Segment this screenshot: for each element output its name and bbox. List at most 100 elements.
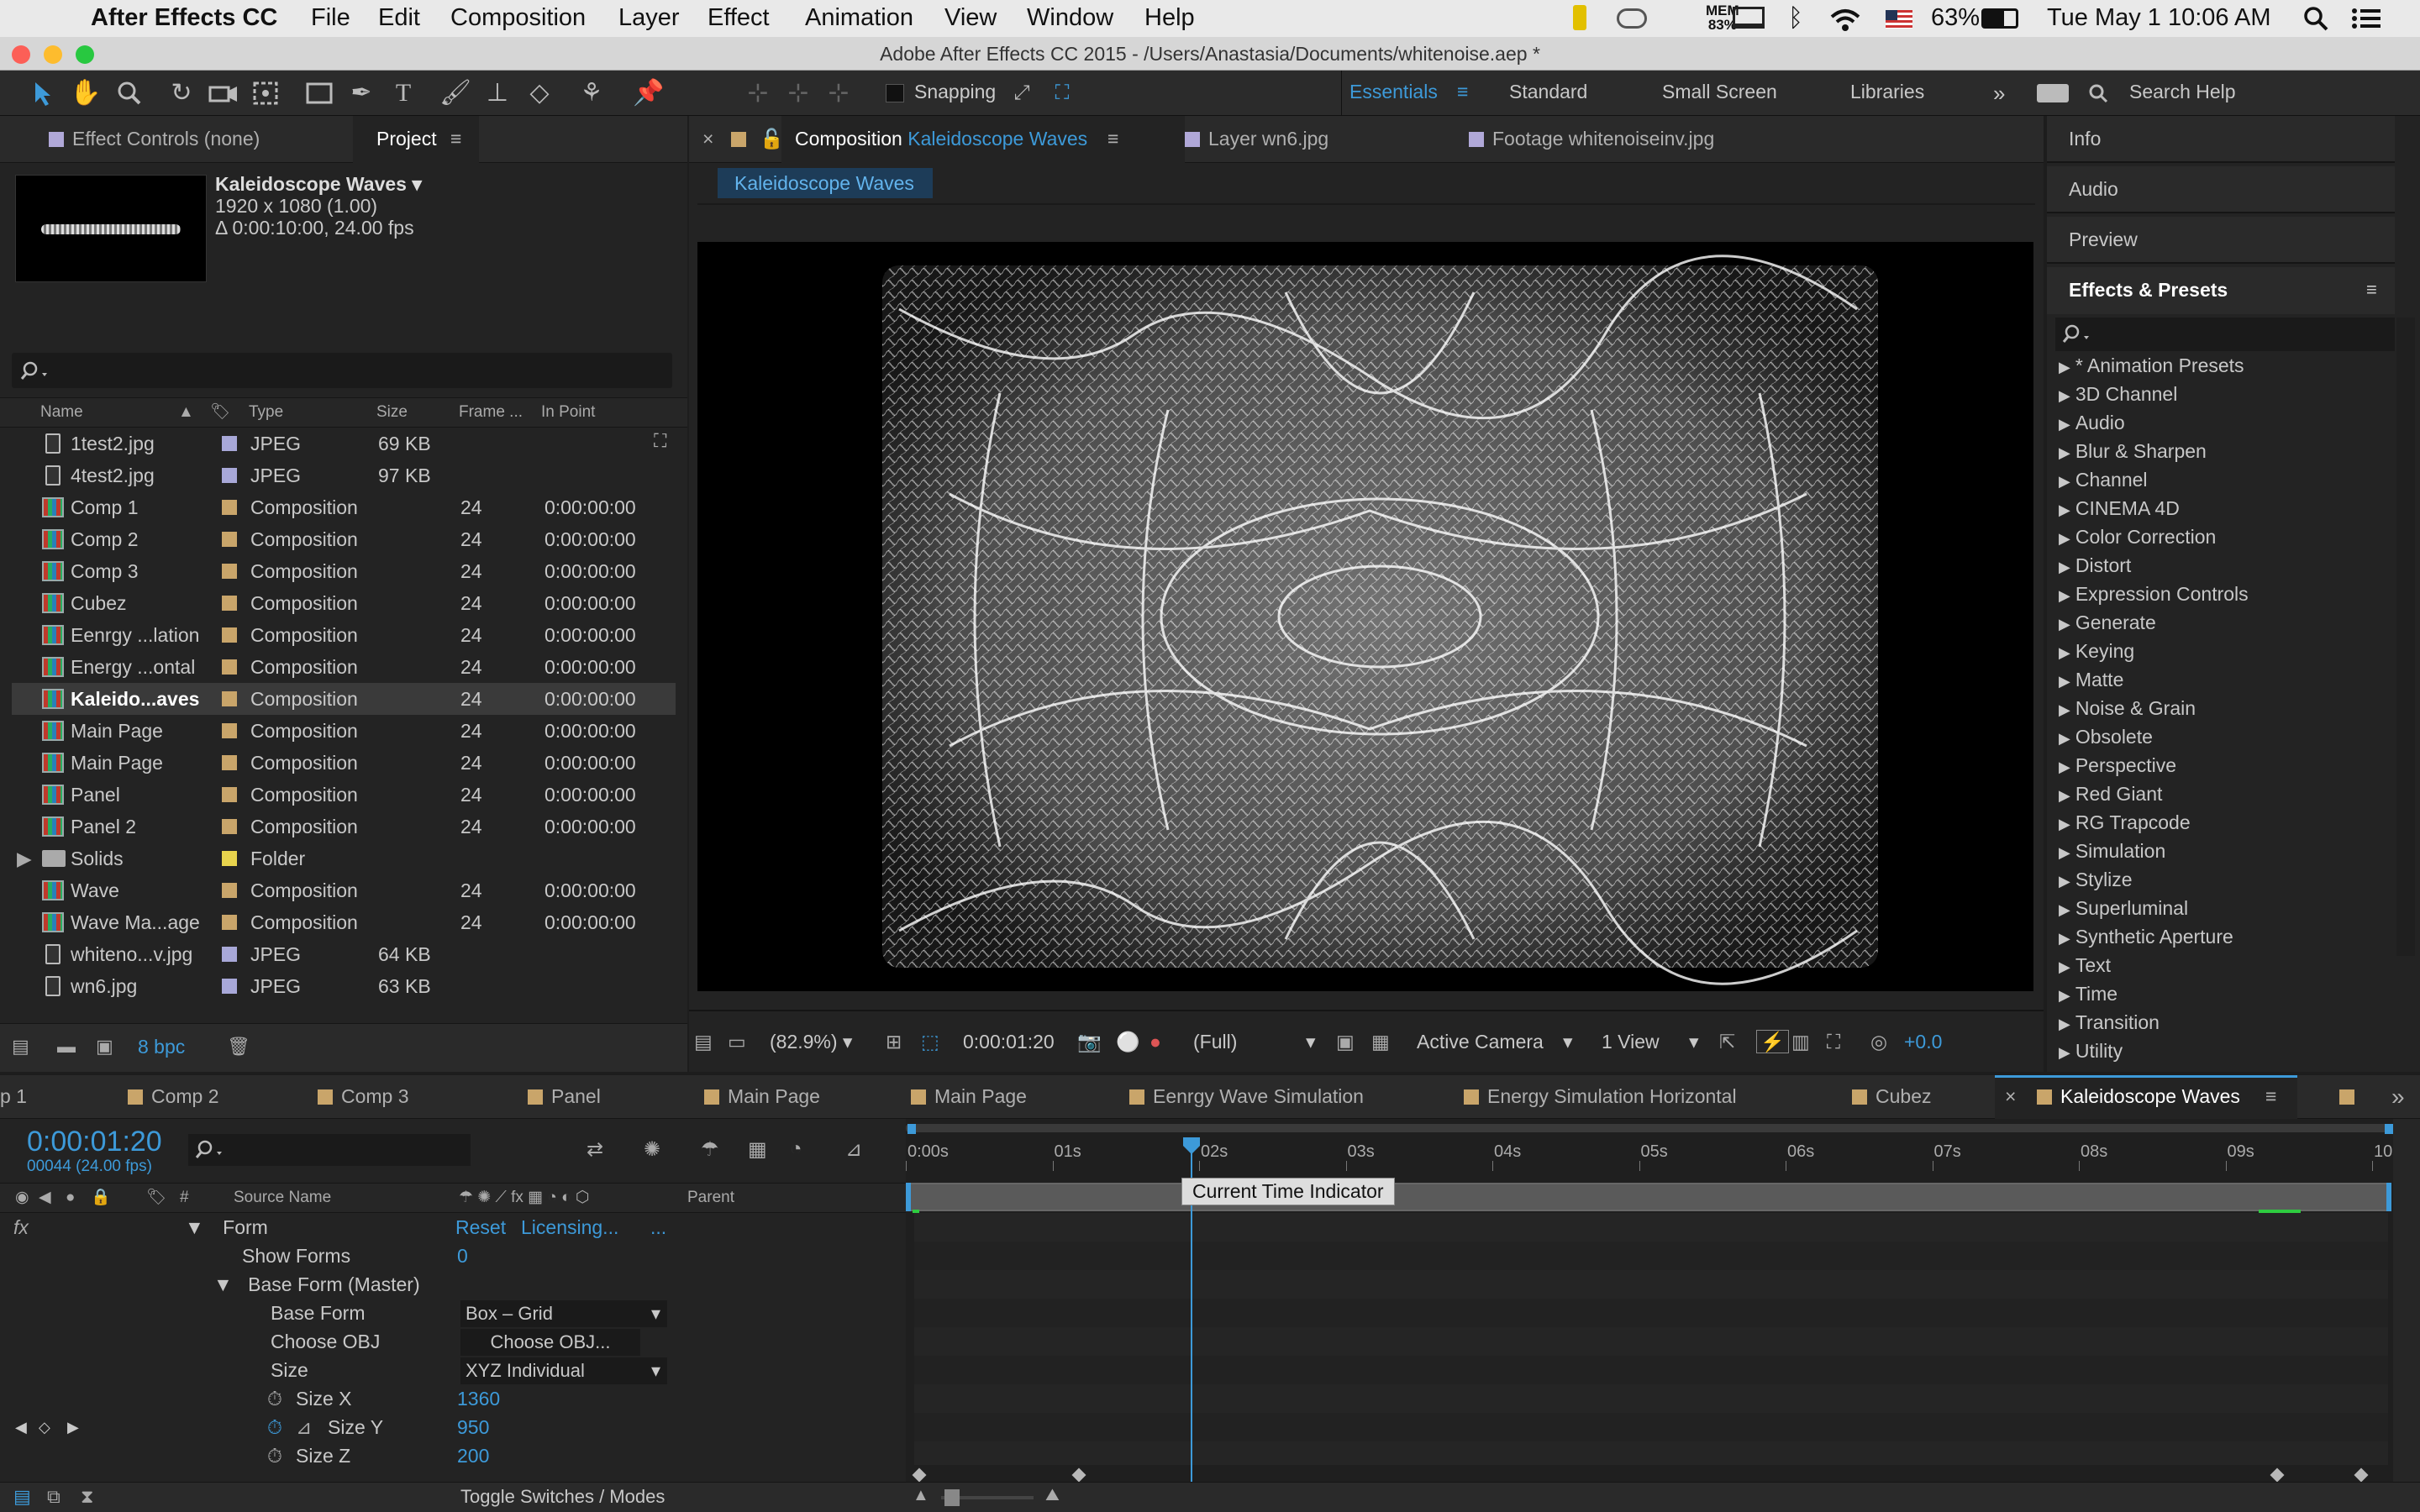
keyframe[interactable]: [912, 1467, 927, 1483]
project-item-row[interactable]: Kaleido...aves Composition 24 0:00:00:00: [12, 683, 676, 715]
menu-edit[interactable]: Edit: [378, 4, 420, 32]
menu-layer[interactable]: Layer: [618, 4, 680, 32]
effects-category-item[interactable]: ▶ Audio: [2059, 412, 2125, 434]
col-source-name[interactable]: Source Name: [234, 1184, 331, 1212]
form-effect-row[interactable]: ▼ Form: [185, 1213, 268, 1242]
project-item-row[interactable]: ▶ Solids Folder: [12, 843, 676, 874]
flag-icon[interactable]: [1886, 10, 1912, 29]
timeline-tab-eenrgy-wave[interactable]: Eenrgy Wave Simulation: [1129, 1085, 1364, 1108]
eraser-tool-icon[interactable]: ◇: [523, 77, 556, 109]
keyframe[interactable]: [1071, 1467, 1086, 1483]
sort-asc-icon[interactable]: ▲: [178, 398, 194, 427]
label-column-icon[interactable]: 🏷: [210, 398, 230, 427]
draft-3d-icon[interactable]: ✺: [644, 1137, 660, 1162]
effects-category-item[interactable]: ▶ Distort: [2059, 554, 2131, 577]
resolution-dropdown-chevron[interactable]: ▾: [1306, 1023, 1316, 1060]
label-color-swatch[interactable]: [222, 883, 237, 898]
spotlight-search-icon[interactable]: [2302, 5, 2329, 32]
transfer-controls-pane-icon[interactable]: ⧉: [47, 1486, 60, 1508]
effects-category-item[interactable]: ▶ 3D Channel: [2059, 383, 2177, 406]
project-item-row[interactable]: 1test2.jpg JPEG 69 KB: [12, 428, 676, 459]
resolution-dropdown[interactable]: (Full): [1193, 1023, 1237, 1060]
workspace-overflow-icon[interactable]: »: [1993, 81, 2005, 107]
zoom-tool-icon[interactable]: [113, 77, 146, 109]
project-bpc-button[interactable]: 8 bpc: [138, 1036, 185, 1058]
workspace-menu-icon[interactable]: ≡: [1457, 81, 1468, 103]
clock[interactable]: Tue May 1 10:06 AM: [2047, 4, 2271, 32]
keyframe[interactable]: [2354, 1467, 2369, 1483]
next-keyframe-icon[interactable]: ▶: [67, 1413, 79, 1441]
label-color-swatch[interactable]: [222, 851, 237, 866]
zoom-in-icon[interactable]: ⛰: [1045, 1486, 1060, 1505]
effects-category-item[interactable]: ▶ Simulation: [2059, 840, 2165, 863]
label-color-swatch[interactable]: [222, 500, 237, 515]
timeline-tab-panel[interactable]: Panel: [528, 1085, 601, 1108]
timeline-tab-comp-2[interactable]: Comp 2: [128, 1085, 219, 1108]
layer-switches-pane-icon[interactable]: ▤: [13, 1486, 31, 1508]
snapshot-icon[interactable]: 📷: [1077, 1023, 1102, 1060]
new-comp-icon[interactable]: ▣: [96, 1036, 113, 1058]
size-x-value[interactable]: 1360: [457, 1384, 500, 1413]
col-frame-rate[interactable]: Frame ...: [459, 398, 523, 427]
pan-behind-tool-icon[interactable]: [249, 77, 282, 109]
motion-blur-icon[interactable]: ◔: [790, 1137, 802, 1161]
layer-duration-bar[interactable]: [909, 1183, 2388, 1211]
layer-out-handle[interactable]: [2386, 1183, 2391, 1211]
timeline-icon[interactable]: ▥: [1791, 1023, 1810, 1060]
effects-category-item[interactable]: ▶ Utility: [2059, 1040, 2123, 1063]
form-options-link[interactable]: ...: [650, 1213, 666, 1242]
effects-category-item[interactable]: ▶ Perspective: [2059, 754, 2176, 777]
timeline-tab-comp-1[interactable]: p 1: [0, 1085, 27, 1108]
project-item-row[interactable]: Panel Composition 24 0:00:00:00: [12, 779, 676, 811]
vpn-icon[interactable]: [1573, 5, 1586, 30]
choose-obj-button[interactable]: Choose OBJ...: [460, 1329, 640, 1356]
base-form-master-group[interactable]: ▼ Base Form (Master): [213, 1270, 420, 1299]
comp-mini-flowchart-icon[interactable]: ⇄: [587, 1137, 603, 1162]
project-item-row[interactable]: Main Page Composition 24 0:00:00:00: [12, 747, 676, 779]
effects-category-item[interactable]: ▶ Time: [2059, 983, 2118, 1005]
safe-zones-icon[interactable]: ⊞: [886, 1023, 902, 1060]
timeline-tab-main-page[interactable]: Main Page: [704, 1085, 820, 1108]
menu-view[interactable]: View: [944, 4, 997, 32]
size-z-value[interactable]: 200: [457, 1441, 489, 1470]
interpret-footage-icon[interactable]: ▤: [12, 1036, 29, 1058]
project-item-row[interactable]: Comp 2 Composition 24 0:00:00:00: [12, 523, 676, 555]
rectangle-tool-icon[interactable]: [302, 77, 336, 109]
effects-category-item[interactable]: ▶ Text: [2059, 954, 2111, 977]
project-item-row[interactable]: wn6.jpg JPEG 63 KB: [12, 970, 676, 1002]
layer-in-handle[interactable]: [906, 1183, 911, 1211]
project-panel-menu-icon[interactable]: ≡: [450, 128, 461, 150]
pen-tool-icon[interactable]: ✒: [345, 77, 378, 109]
timeline-panel-menu-icon[interactable]: ≡: [2265, 1085, 2276, 1108]
col-in-point[interactable]: In Point: [541, 398, 595, 427]
app-menu[interactable]: After Effects CC: [91, 4, 277, 32]
zoom-out-icon[interactable]: ▲: [913, 1486, 929, 1505]
label-color-swatch[interactable]: [222, 532, 237, 547]
camera-tool-icon[interactable]: [207, 77, 240, 109]
size-y-stopwatch-icon[interactable]: ⏱: [267, 1413, 282, 1441]
work-area-bar[interactable]: [906, 1124, 2395, 1132]
label-color-swatch[interactable]: [222, 915, 237, 930]
camera-view-dropdown[interactable]: Active Camera: [1417, 1023, 1544, 1060]
workspace-essentials[interactable]: Essentials: [1349, 81, 1438, 103]
label-color-swatch[interactable]: [222, 564, 237, 579]
effects-category-item[interactable]: ▶ Obsolete: [2059, 726, 2153, 748]
effects-category-item[interactable]: ▶ Matte: [2059, 669, 2123, 691]
effects-search-input[interactable]: [2055, 318, 2395, 351]
region-of-interest-icon[interactable]: ▣: [1336, 1023, 1355, 1060]
effects-category-item[interactable]: ▶ Synthetic Aperture: [2059, 926, 2233, 948]
workspace-small-screen[interactable]: Small Screen: [1662, 81, 1777, 103]
hand-tool-icon[interactable]: ✋: [69, 77, 103, 109]
timeline-search-input[interactable]: [188, 1134, 471, 1166]
brush-tool-icon[interactable]: 🖌: [439, 77, 472, 109]
info-panel-header[interactable]: Info: [2047, 116, 2395, 163]
current-time-indicator-line[interactable]: [1191, 1152, 1192, 1505]
battery-icon[interactable]: [1981, 8, 2018, 29]
roto-brush-tool-icon[interactable]: ⚘: [575, 77, 608, 109]
time-ruler[interactable]: 0:00s 01s 02s 03s 04s 05s 06s 07s 08s 09s 10s: [906, 1137, 2401, 1171]
current-time-display[interactable]: 0:00:01:20: [963, 1023, 1055, 1060]
form-reset-button[interactable]: Reset: [455, 1213, 506, 1242]
project-search-input[interactable]: [12, 353, 672, 388]
timeline-tabs-overflow-icon[interactable]: »: [2391, 1084, 2405, 1110]
tab-footage[interactable]: Footage whitenoiseinv.jpg: [1469, 128, 1714, 150]
